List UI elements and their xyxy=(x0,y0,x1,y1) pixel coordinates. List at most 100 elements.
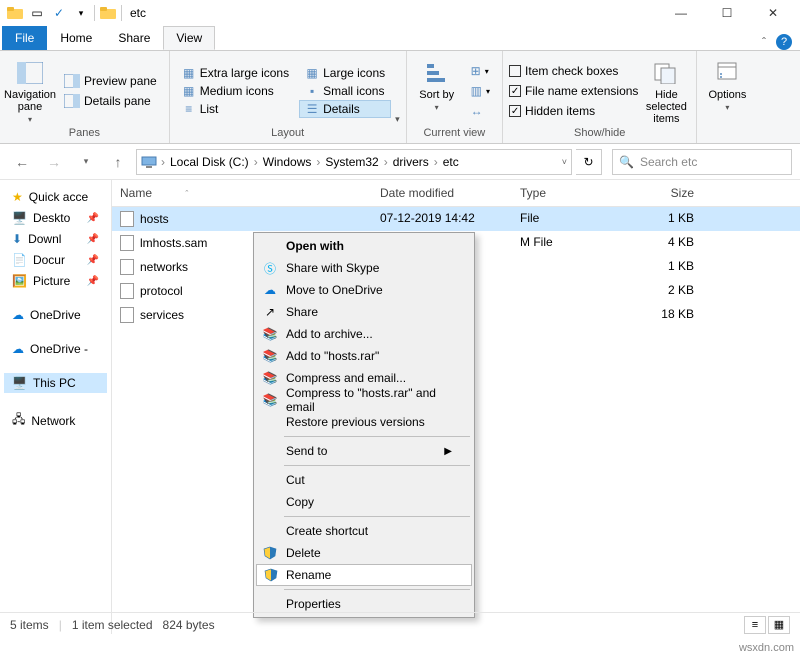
pin-icon: 📌 xyxy=(87,276,99,287)
crumb-0[interactable]: Local Disk (C:) xyxy=(167,155,252,169)
options-icon xyxy=(713,59,741,87)
layout-list[interactable]: ≡List xyxy=(176,100,295,118)
ribbon-tabs: File Home Share View ˆ ? xyxy=(0,26,800,50)
maximize-button[interactable]: ☐ xyxy=(704,0,750,26)
view-thumbnails-toggle[interactable]: ▦ xyxy=(768,616,790,634)
minimize-button[interactable]: — xyxy=(658,0,704,26)
chevron-right-icon[interactable]: › xyxy=(382,155,390,169)
ribbon-collapse-icon[interactable]: ˆ xyxy=(762,35,766,49)
sidebar-network[interactable]: 🖧Network xyxy=(4,407,107,434)
status-size: 824 bytes xyxy=(163,618,215,632)
crumb-4[interactable]: etc xyxy=(440,155,462,169)
preview-pane-icon xyxy=(64,74,80,88)
layout-large[interactable]: ▦Large icons xyxy=(299,64,391,82)
add-columns-button[interactable]: ▥▾ xyxy=(465,82,496,100)
tab-file[interactable]: File xyxy=(2,26,47,50)
file-icon xyxy=(120,235,134,251)
col-type[interactable]: Type xyxy=(512,180,622,206)
group-by-button[interactable]: ⊞▾ xyxy=(465,62,496,80)
search-input[interactable]: 🔍 Search etc xyxy=(612,149,792,175)
preview-pane-label: Preview pane xyxy=(84,74,157,88)
refresh-button[interactable]: ↻ xyxy=(576,149,602,175)
tab-share[interactable]: Share xyxy=(105,26,163,50)
ctx-share-skype[interactable]: ⓈShare with Skype xyxy=(256,257,472,279)
status-selected: 1 item selected xyxy=(72,618,153,632)
crumb-3[interactable]: drivers xyxy=(390,155,432,169)
document-icon: 📄 xyxy=(12,253,27,267)
hidden-items-checkbox[interactable]: ✓Hidden items xyxy=(509,104,638,118)
size-columns-button[interactable]: ↔ xyxy=(465,102,496,120)
hide-selected-button[interactable]: Hide selected items xyxy=(642,55,690,127)
layout-small[interactable]: ▪Small icons xyxy=(299,82,391,100)
crumb-1[interactable]: Windows xyxy=(260,155,315,169)
sidebar-desktop[interactable]: 🖥️Deskto📌 xyxy=(4,208,107,228)
view-details-toggle[interactable]: ≡ xyxy=(744,616,766,634)
sidebar-onedrive-2[interactable]: ☁OneDrive - xyxy=(4,339,107,359)
window-title: etc xyxy=(130,6,146,20)
breadcrumb[interactable]: › Local Disk (C:)› Windows› System32› dr… xyxy=(136,149,572,175)
col-size[interactable]: Size xyxy=(622,180,702,206)
layout-extra-large[interactable]: ▦Extra large icons xyxy=(176,64,295,82)
qat-overflow[interactable]: ▾ xyxy=(70,2,92,24)
tab-home[interactable]: Home xyxy=(47,26,105,50)
help-icon[interactable]: ? xyxy=(776,34,792,50)
desktop-icon: 🖥️ xyxy=(12,211,27,225)
forward-button[interactable]: → xyxy=(40,148,68,176)
sidebar-quick-access[interactable]: ★Quick acce xyxy=(4,187,107,207)
sidebar-this-pc[interactable]: 🖥️This PC xyxy=(4,373,107,393)
ctx-compress-rar-email[interactable]: 📚Compress to "hosts.rar" and email xyxy=(256,389,472,411)
preview-pane-button[interactable]: Preview pane xyxy=(58,72,163,90)
sidebar-onedrive[interactable]: ☁OneDrive xyxy=(4,305,107,325)
col-name[interactable]: Name ˆ xyxy=(112,180,372,206)
item-check-boxes-checkbox[interactable]: Item check boxes xyxy=(509,64,638,78)
navigation-pane-button[interactable]: Navigation pane ▾ xyxy=(6,55,54,127)
file-name-extensions-checkbox[interactable]: ✓File name extensions xyxy=(509,84,638,98)
ctx-open-with[interactable]: Open with xyxy=(256,235,472,257)
back-button[interactable]: ← xyxy=(8,148,36,176)
layout-medium[interactable]: ▦Medium icons xyxy=(176,82,295,100)
chevron-right-icon[interactable]: › xyxy=(252,155,260,169)
ctx-add-archive[interactable]: 📚Add to archive... xyxy=(256,323,472,345)
column-headers: Name ˆ Date modified Type Size xyxy=(112,180,800,207)
chevron-right-icon[interactable]: › xyxy=(314,155,322,169)
ctx-delete[interactable]: Delete xyxy=(256,542,472,564)
pin-icon: 📌 xyxy=(87,213,99,224)
details-pane-label: Details pane xyxy=(84,94,151,108)
ctx-add-rar[interactable]: 📚Add to "hosts.rar" xyxy=(256,345,472,367)
layout-more-icon[interactable]: ▾ xyxy=(395,114,400,125)
sidebar-pictures[interactable]: 🖼️Picture📌 xyxy=(4,271,107,291)
recent-button[interactable]: ▾ xyxy=(72,148,100,176)
qat-properties[interactable]: ▭ xyxy=(26,2,48,24)
ctx-move-onedrive[interactable]: ☁Move to OneDrive xyxy=(256,279,472,301)
sidebar-downloads[interactable]: ⬇Downl📌 xyxy=(4,229,107,249)
ctx-share[interactable]: ↗Share xyxy=(256,301,472,323)
search-placeholder: Search etc xyxy=(640,155,697,169)
ctx-create-shortcut[interactable]: Create shortcut xyxy=(256,520,472,542)
tab-view[interactable]: View xyxy=(163,26,215,50)
chevron-right-icon[interactable]: › xyxy=(159,155,167,169)
ctx-cut[interactable]: Cut xyxy=(256,469,472,491)
picture-icon: 🖼️ xyxy=(12,274,27,288)
address-bar: ← → ▾ ↑ › Local Disk (C:)› Windows› Syst… xyxy=(0,144,800,180)
sidebar-documents[interactable]: 📄Docur📌 xyxy=(4,250,107,270)
close-button[interactable]: ✕ xyxy=(750,0,796,26)
qat-check[interactable]: ✓ xyxy=(48,2,70,24)
options-button[interactable]: Options ▾ xyxy=(703,55,751,127)
file-row[interactable]: hosts 07-12-2019 14:42 File 1 KB xyxy=(112,207,800,231)
layout-details[interactable]: ☰Details xyxy=(299,100,391,118)
address-dropdown[interactable]: ˅ xyxy=(562,157,567,167)
ribbon-group-layout: ▦Extra large icons ▦Medium icons ≡List ▦… xyxy=(170,51,407,143)
menu-separator xyxy=(284,436,470,437)
ctx-copy[interactable]: Copy xyxy=(256,491,472,513)
ctx-send-to[interactable]: Send to▶ xyxy=(256,440,472,462)
group-label-panes: Panes xyxy=(6,127,163,141)
crumb-2[interactable]: System32 xyxy=(322,155,381,169)
ctx-rename[interactable]: Rename xyxy=(256,564,472,586)
ctx-restore[interactable]: Restore previous versions xyxy=(256,411,472,433)
col-date[interactable]: Date modified xyxy=(372,180,512,206)
sort-by-button[interactable]: Sort by ▾ xyxy=(413,55,461,127)
chevron-right-icon[interactable]: › xyxy=(432,155,440,169)
details-pane-button[interactable]: Details pane xyxy=(58,92,163,110)
archive-icon: 📚 xyxy=(262,392,278,408)
up-button[interactable]: ↑ xyxy=(104,148,132,176)
